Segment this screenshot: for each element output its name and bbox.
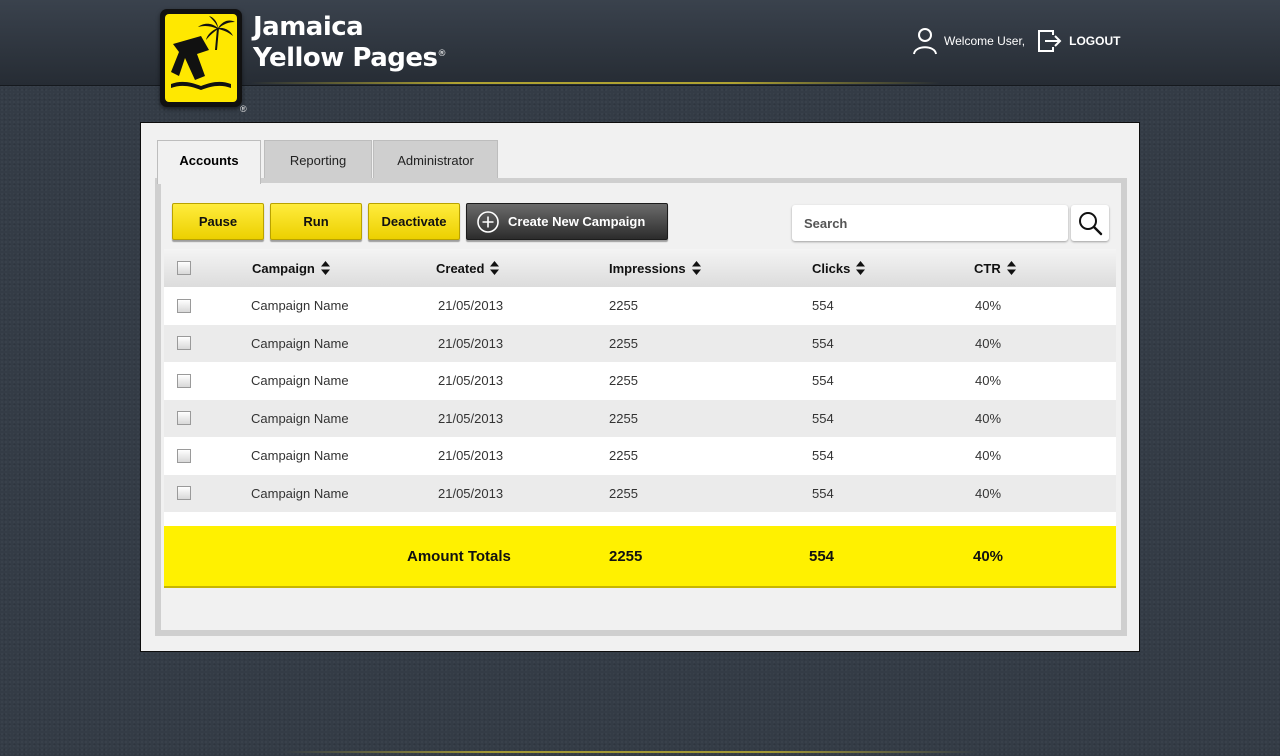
clicks-cell: 554: [812, 298, 834, 314]
ctr-cell: 40%: [975, 485, 1002, 501]
clicks-cell: 554: [812, 335, 834, 351]
brand-registered-mark: ®: [437, 49, 446, 59]
table-row[interactable]: Campaign Name 21/05/2013 2255 554 40%: [164, 399, 1116, 438]
column-header-label: Campaign: [252, 260, 315, 276]
impressions-cell: 2255: [609, 298, 638, 314]
ctr-cell: 40%: [975, 298, 1002, 314]
column-header-created[interactable]: Created: [436, 249, 500, 287]
pause-button[interactable]: Pause: [172, 203, 264, 240]
campaign-name-cell[interactable]: Campaign Name: [251, 437, 349, 475]
sort-arrows-icon[interactable]: [691, 261, 701, 275]
table-row[interactable]: Campaign Name 21/05/2013 2255 554 40%: [164, 437, 1116, 475]
impressions-cell: 2255: [609, 485, 638, 501]
column-header-label: Clicks: [812, 260, 851, 276]
column-header-label: Created: [436, 260, 485, 276]
row-checkbox[interactable]: [177, 486, 191, 501]
campaign-panel: Accounts Reporting Administrator Pause R…: [140, 122, 1140, 652]
search-icon: [1079, 212, 1103, 236]
campaign-name-cell[interactable]: Campaign Name: [251, 400, 349, 438]
logout-icon: [1038, 30, 1062, 52]
row-checkbox[interactable]: [177, 411, 191, 426]
create-new-campaign-label: Create New Campaign: [508, 214, 646, 229]
created-cell: 21/05/2013: [438, 373, 504, 389]
totals-impressions: 2255: [609, 547, 643, 565]
jyp-logo-icon[interactable]: [160, 9, 242, 107]
clicks-cell: 554: [812, 485, 834, 501]
column-header-label: CTR: [974, 260, 1001, 276]
clicks-cell: 554: [812, 373, 834, 389]
campaign-name-cell[interactable]: Campaign Name: [251, 475, 349, 513]
ctr-cell: 40%: [975, 373, 1002, 389]
created-cell: 21/05/2013: [438, 298, 504, 314]
sort-arrows-icon[interactable]: [1006, 261, 1016, 275]
column-header-campaign[interactable]: Campaign: [252, 249, 330, 287]
totals-ctr: 40%: [973, 547, 1004, 565]
table-row[interactable]: Campaign Name 21/05/2013 2255 554 40%: [164, 324, 1116, 363]
walking-fingers-palm-icon: [171, 16, 235, 90]
user-area: Welcome User, LOGOUT: [912, 26, 1120, 56]
table-row[interactable]: Campaign Name 21/05/2013 2255 554 40%: [164, 287, 1116, 325]
campaign-table: Campaign Created Impressions Clicks CTR: [164, 249, 1116, 529]
sort-arrows-icon[interactable]: [856, 261, 866, 275]
created-cell: 21/05/2013: [438, 410, 504, 426]
footer-accent-line: [280, 751, 980, 753]
select-all-checkbox[interactable]: [177, 261, 191, 275]
welcome-text: Welcome User,: [944, 34, 1026, 48]
search-button[interactable]: [1071, 205, 1109, 241]
clicks-cell: 554: [812, 448, 834, 464]
created-cell: 21/05/2013: [438, 485, 504, 501]
tab-reporting[interactable]: Reporting: [264, 140, 372, 182]
row-checkbox[interactable]: [177, 448, 191, 463]
created-cell: 21/05/2013: [438, 335, 504, 351]
table-row[interactable]: Campaign Name 21/05/2013 2255 554 40%: [164, 362, 1116, 400]
campaign-name-cell[interactable]: Campaign Name: [251, 287, 349, 325]
created-cell: 21/05/2013: [438, 448, 504, 464]
clicks-cell: 554: [812, 410, 834, 426]
table-header-row: Campaign Created Impressions Clicks CTR: [164, 249, 1116, 287]
logout-button[interactable]: LOGOUT: [1037, 29, 1120, 53]
tab-accounts[interactable]: Accounts: [157, 140, 261, 184]
brand-title: Jamaica Yellow Pages®: [253, 12, 446, 74]
campaign-name-cell[interactable]: Campaign Name: [251, 362, 349, 400]
ctr-cell: 40%: [975, 410, 1002, 426]
campaign-name-cell[interactable]: Campaign Name: [251, 325, 349, 363]
user-icon: [913, 28, 937, 55]
column-header-label: Impressions: [609, 260, 686, 276]
column-header-clicks[interactable]: Clicks: [812, 249, 866, 287]
row-checkbox[interactable]: [177, 298, 191, 313]
logout-label: LOGOUT: [1069, 34, 1121, 48]
logo-registered-mark: ®: [240, 104, 247, 114]
row-checkbox[interactable]: [177, 336, 191, 351]
table-row[interactable]: Campaign Name 21/05/2013 2255 554 40%: [164, 474, 1116, 513]
column-header-ctr[interactable]: CTR: [974, 249, 1016, 287]
brand-line-2: Yellow Pages: [253, 43, 438, 73]
deactivate-button[interactable]: Deactivate: [368, 203, 460, 240]
totals-label: Amount Totals: [407, 547, 511, 565]
ctr-cell: 40%: [975, 335, 1002, 351]
run-button[interactable]: Run: [270, 203, 362, 240]
totals-row: Amount Totals 2255 554 40%: [164, 526, 1116, 588]
brand-line-1: Jamaica: [253, 12, 364, 42]
tab-administrator[interactable]: Administrator: [373, 140, 498, 182]
column-header-impressions[interactable]: Impressions: [609, 249, 701, 287]
sort-arrows-icon[interactable]: [320, 261, 330, 275]
totals-clicks: 554: [809, 547, 835, 565]
impressions-cell: 2255: [609, 373, 638, 389]
impressions-cell: 2255: [609, 410, 638, 426]
search-input[interactable]: [792, 205, 1068, 241]
ctr-cell: 40%: [975, 448, 1002, 464]
row-checkbox[interactable]: [177, 373, 191, 388]
header-accent-line: [250, 82, 940, 84]
plus-circle-icon: [477, 210, 499, 233]
impressions-cell: 2255: [609, 448, 638, 464]
impressions-cell: 2255: [609, 335, 638, 351]
create-new-campaign-button[interactable]: Create New Campaign: [466, 203, 668, 240]
sort-arrows-icon[interactable]: [490, 261, 500, 275]
